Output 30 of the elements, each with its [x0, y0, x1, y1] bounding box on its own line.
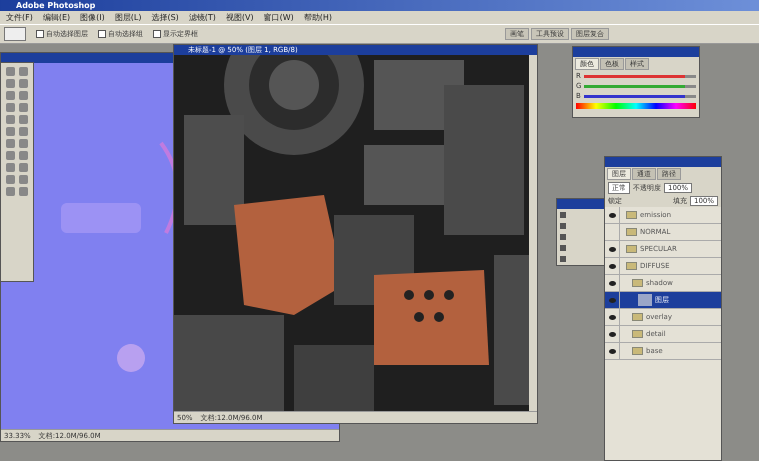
folder-icon	[632, 313, 643, 321]
menu-item[interactable]: 窗口(W)	[264, 12, 294, 23]
menu-item[interactable]: 帮助(H)	[304, 12, 332, 23]
layer-thumbnail	[638, 294, 652, 306]
eye-icon	[608, 212, 616, 218]
eye-icon	[608, 298, 616, 302]
folder-icon	[626, 245, 637, 253]
menu-item[interactable]: 选择(S)	[151, 12, 179, 23]
window-title: Adobe Photoshop	[0, 0, 759, 11]
eye-icon	[608, 348, 616, 354]
folder-icon	[632, 279, 643, 287]
folder-icon	[626, 211, 637, 219]
eye-icon	[608, 314, 616, 320]
menu-item[interactable]: 文件(F)	[6, 12, 33, 23]
menu-item[interactable]: 图层(L)	[114, 12, 142, 23]
palette-title-bar	[557, 199, 605, 209]
menu-item[interactable]: 编辑(E)	[42, 12, 70, 23]
menu-item[interactable]: 视图(V)	[226, 12, 254, 23]
menu-item[interactable]: 图像(I)	[80, 12, 105, 23]
eye-icon	[608, 280, 616, 286]
folder-icon	[632, 347, 643, 355]
eye-icon	[608, 332, 616, 336]
move-tool-preset-button[interactable]	[4, 27, 26, 41]
folder-icon	[626, 228, 637, 236]
color-spectrum-bar[interactable]	[576, 103, 696, 109]
eye-icon	[608, 246, 616, 252]
menu-item[interactable]: 滤镜(T)	[188, 12, 216, 23]
folder-icon	[626, 262, 637, 270]
folder-icon	[632, 330, 643, 338]
eye-icon	[608, 264, 616, 268]
